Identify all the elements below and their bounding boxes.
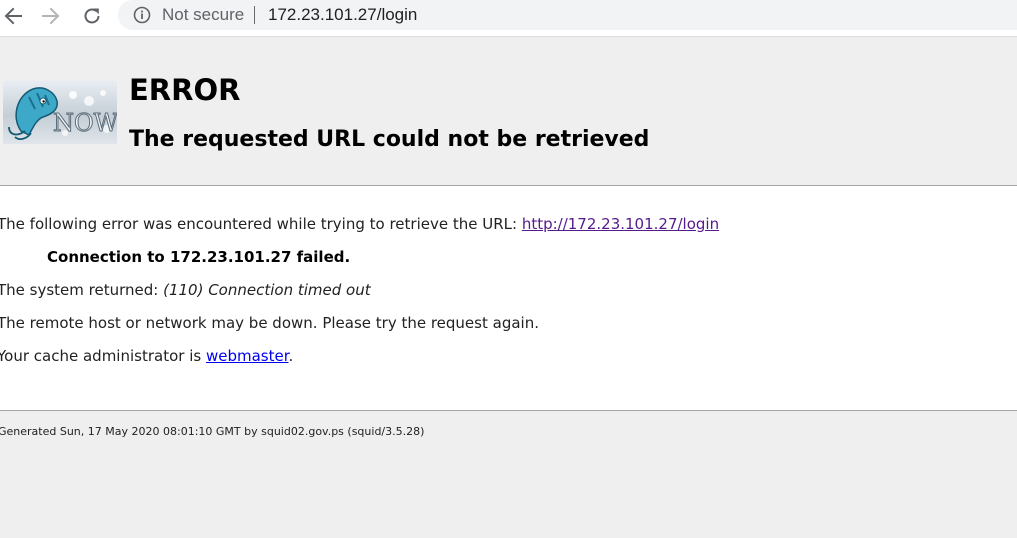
squid-logo: NOW bbox=[3, 81, 117, 144]
url-text[interactable]: 172.23.101.27/login bbox=[268, 5, 417, 25]
generated-footer: Generated Sun, 17 May 2020 08:01:10 GMT … bbox=[0, 425, 425, 438]
intro-text: The following error was encountered whil… bbox=[0, 215, 522, 233]
error-title: ERROR bbox=[129, 73, 241, 107]
forward-arrow-icon bbox=[42, 7, 60, 25]
system-returned-value: (110) Connection timed out bbox=[163, 281, 371, 299]
address-bar[interactable]: Not secure 172.23.101.27/login bbox=[118, 0, 1017, 30]
security-status-label[interactable]: Not secure bbox=[162, 5, 244, 25]
svg-text:NOW: NOW bbox=[53, 109, 117, 137]
advice-text: The remote host or network may be down. … bbox=[0, 314, 539, 332]
admin-text: Your cache administrator is bbox=[0, 347, 206, 365]
reload-button[interactable] bbox=[79, 3, 105, 29]
admin-line: Your cache administrator is webmaster. bbox=[0, 346, 293, 366]
omnibox-divider bbox=[254, 6, 255, 24]
failure-message: Connection to 172.23.101.27 failed. bbox=[47, 248, 351, 266]
back-button[interactable] bbox=[0, 3, 26, 29]
info-icon[interactable] bbox=[132, 5, 152, 25]
error-page: NOW ERROR The requested URL could not be… bbox=[0, 37, 1017, 538]
webmaster-link[interactable]: webmaster bbox=[206, 347, 289, 365]
intro-line: The following error was encountered whil… bbox=[0, 214, 719, 234]
admin-suffix: . bbox=[288, 347, 294, 365]
reload-icon bbox=[84, 8, 100, 24]
forward-button[interactable] bbox=[38, 3, 64, 29]
requested-url-link[interactable]: http://172.23.101.27/login bbox=[522, 215, 719, 233]
system-returned-line: The system returned: (110) Connection ti… bbox=[0, 280, 371, 300]
back-arrow-icon bbox=[4, 7, 22, 25]
error-content: The following error was encountered whil… bbox=[0, 186, 1017, 410]
bottom-divider bbox=[0, 410, 1017, 411]
error-subtitle: The requested URL could not be retrieved bbox=[129, 127, 650, 152]
system-returned-label: The system returned: bbox=[0, 281, 164, 299]
browser-toolbar: Not secure 172.23.101.27/login bbox=[0, 0, 1017, 37]
